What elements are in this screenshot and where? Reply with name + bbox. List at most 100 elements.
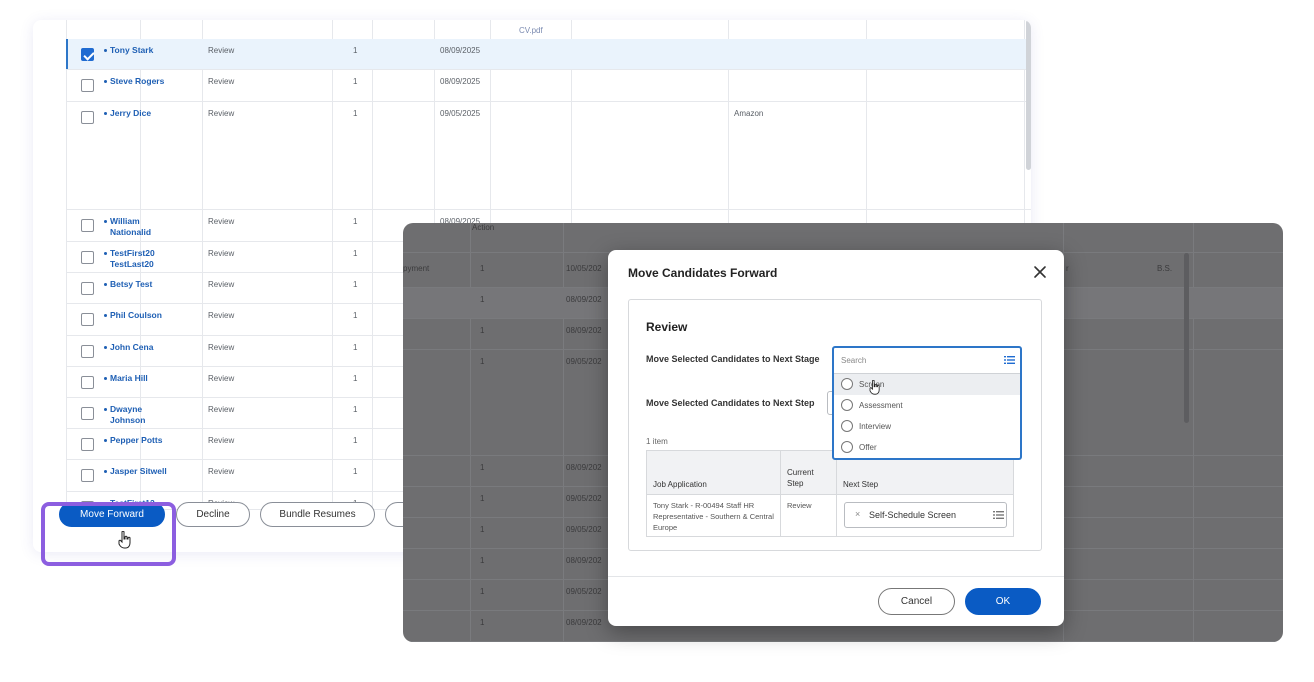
candidate-name-link[interactable]: Dwayne Johnson: [104, 404, 168, 426]
row-checkbox[interactable]: [81, 219, 94, 232]
count-cell: 1: [353, 249, 358, 258]
candidate-name-link[interactable]: John Cena: [104, 342, 168, 353]
overlay-header-action: Action: [472, 223, 495, 232]
radio-button[interactable]: [841, 378, 853, 390]
candidate-name: Phil Coulson: [110, 310, 162, 320]
next-stage-dropdown[interactable]: Search Screen Assessment Interview Offer: [832, 346, 1022, 460]
stage-cell: Review: [208, 77, 235, 86]
cancel-button[interactable]: Cancel: [878, 588, 955, 615]
row-checkbox[interactable]: [81, 469, 94, 482]
date-cell: 09/05/2025: [440, 109, 481, 118]
remove-icon[interactable]: ×: [855, 509, 860, 519]
table-scrollbar[interactable]: [1026, 20, 1031, 170]
table-row[interactable]: Steve Rogers Review 1 08/09/2025: [66, 70, 1031, 102]
ok-button[interactable]: OK: [965, 588, 1041, 615]
bullet-icon: [104, 439, 107, 442]
bundle-resumes-button[interactable]: Bundle Resumes: [260, 502, 375, 527]
table-col-line: [836, 451, 837, 536]
stage-option-interview[interactable]: Interview: [834, 416, 1020, 437]
stage-search-input[interactable]: Search: [834, 348, 1020, 374]
candidate-name-link[interactable]: Tony Stark: [104, 45, 168, 56]
overlay-cell: 08/09/202: [566, 618, 602, 627]
count-cell: 1: [353, 405, 358, 414]
bullet-icon: [104, 408, 107, 411]
stage-cell: Review: [208, 311, 235, 320]
row-checkbox[interactable]: [81, 251, 94, 264]
overlay-cell: 08/09/202: [566, 326, 602, 335]
bullet-icon: [104, 49, 107, 52]
candidate-name: Betsy Test: [110, 279, 153, 289]
option-label: Assessment: [859, 401, 903, 410]
candidate-name-link[interactable]: William Nationalid: [104, 216, 168, 238]
overlay-cell: 1: [480, 295, 485, 304]
bullet-icon: [104, 377, 107, 380]
row-checkbox[interactable]: [81, 345, 94, 358]
cell-job-application: Tony Stark - R-00494 Staff HR Representa…: [653, 501, 774, 532]
candidate-name-link[interactable]: Pepper Potts: [104, 435, 168, 446]
next-step-value: Self-Schedule Screen: [869, 510, 957, 520]
overlay-cell: r: [1066, 264, 1069, 273]
hand-cursor-icon: [118, 531, 131, 549]
candidate-name-link[interactable]: TestFirst20 TestLast20: [104, 248, 168, 270]
row-checkbox[interactable]: [81, 282, 94, 295]
overlay-cell: 1: [480, 556, 485, 565]
overlay-cell: pyment: [403, 264, 430, 273]
overlay-cell: 1: [480, 264, 485, 273]
dialog-footer-divider: [608, 576, 1064, 577]
overlay-cell: 08/09/202: [566, 556, 602, 565]
overlay-cell: 10/05/202: [566, 264, 602, 273]
bullet-icon: [104, 314, 107, 317]
candidate-name-link[interactable]: Jerry Dice: [104, 108, 168, 119]
list-icon[interactable]: [993, 510, 1004, 520]
cv-file-link[interactable]: CV.pdf: [519, 26, 543, 35]
close-icon[interactable]: [1032, 264, 1048, 280]
stage-option-screen[interactable]: Screen: [834, 374, 1020, 395]
company-cell: Amazon: [734, 109, 764, 118]
overlay-header-row: Action: [403, 223, 1283, 253]
overlay-cell: 1: [480, 494, 485, 503]
overlay-scrollbar: [1184, 253, 1189, 423]
row-checkbox[interactable]: [81, 438, 94, 451]
next-step-select[interactable]: × Self-Schedule Screen: [844, 502, 1007, 528]
bullet-icon: [104, 346, 107, 349]
list-icon[interactable]: [1004, 355, 1015, 365]
stage-option-assessment[interactable]: Assessment: [834, 395, 1020, 416]
overlay-cell: 09/05/202: [566, 525, 602, 534]
candidate-name-link[interactable]: Betsy Test: [104, 279, 168, 290]
bullet-icon: [104, 470, 107, 473]
overlay-cell: 1: [480, 326, 485, 335]
overlay-cell: B.S.: [1157, 264, 1173, 273]
table-row[interactable]: Jerry Dice Review 1 09/05/2025 Amazon: [66, 102, 1031, 210]
row-checkbox[interactable]: [81, 48, 94, 61]
row-checkbox[interactable]: [81, 407, 94, 420]
row-checkbox[interactable]: [81, 376, 94, 389]
date-cell: 08/09/2025: [440, 46, 481, 55]
date-cell: 08/09/2025: [440, 77, 481, 86]
candidate-name: Pepper Potts: [110, 435, 163, 445]
radio-button[interactable]: [841, 399, 853, 411]
candidate-name-link[interactable]: Phil Coulson: [104, 310, 168, 321]
candidate-name: Dwayne Johnson: [110, 404, 146, 425]
row-checkbox[interactable]: [81, 79, 94, 92]
stage-cell: Review: [208, 249, 235, 258]
candidate-name-link[interactable]: Jasper Sitwell: [104, 466, 168, 477]
stage-option-offer[interactable]: Offer: [834, 437, 1020, 458]
overlay-cell: 09/05/202: [566, 494, 602, 503]
row-checkbox[interactable]: [81, 313, 94, 326]
section-title: Review: [646, 320, 688, 334]
row-checkbox[interactable]: [81, 111, 94, 124]
candidate-name-link[interactable]: Maria Hill: [104, 373, 168, 384]
decline-button[interactable]: Decline: [176, 502, 250, 527]
job-application-table: Job Application Current Step Next Step T…: [646, 450, 1014, 537]
candidate-name-link[interactable]: Steve Rogers: [104, 76, 168, 87]
candidate-name: John Cena: [110, 342, 154, 352]
radio-button[interactable]: [841, 420, 853, 432]
count-cell: 1: [353, 436, 358, 445]
header-next-step: Next Step: [843, 480, 879, 489]
radio-button[interactable]: [841, 441, 853, 453]
count-cell: 1: [353, 374, 358, 383]
table-row[interactable]: Tony Stark Review 1 08/09/2025: [66, 39, 1031, 70]
candidate-name: Maria Hill: [110, 373, 148, 383]
stage-cell: Review: [208, 343, 235, 352]
item-count: 1 item: [646, 437, 668, 446]
